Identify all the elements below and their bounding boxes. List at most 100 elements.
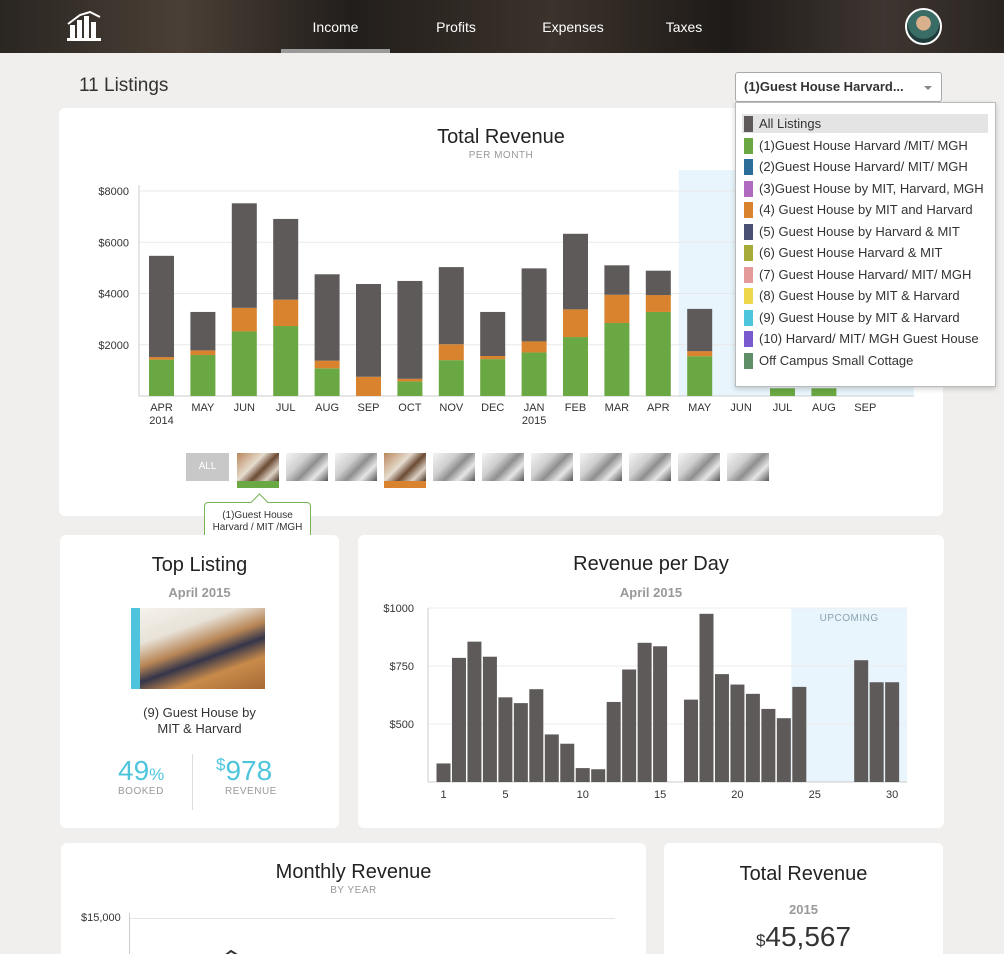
gridline <box>129 918 615 919</box>
card-title: Monthly Revenue <box>275 861 432 883</box>
listing-option[interactable]: (1)Guest House Harvard /MIT/ MGH <box>742 136 988 155</box>
monthly-revenue-card: Monthly Revenue BY YEAR $15,000 <box>61 843 646 954</box>
y-tick-label: $15,000 <box>81 912 121 924</box>
listing-option[interactable]: (6) Guest House Harvard & MIT <box>742 243 988 262</box>
listing-option[interactable]: Off Campus Small Cottage <box>742 351 988 370</box>
listing-select-value: (1)Guest House Harvard... <box>744 79 904 94</box>
trend-line-fragment <box>225 949 238 954</box>
listing-option[interactable]: All Listings <box>742 114 988 133</box>
x-tick-label: 5 <box>502 789 508 801</box>
listing-thumbnail[interactable] <box>531 453 573 481</box>
listing-option[interactable]: (7) Guest House Harvard/ MIT/ MGH <box>742 265 988 284</box>
revenue-value: 978 <box>225 755 273 786</box>
x-tick-label: JUN <box>234 402 255 414</box>
tab-profits[interactable]: Profits <box>410 0 502 53</box>
card-year: 2015 <box>789 902 818 917</box>
listing-thumbnail[interactable] <box>384 453 426 488</box>
daily-revenue-bar <box>730 684 745 782</box>
listing-option-label: (9) Guest House by MIT & Harvard <box>759 309 960 325</box>
daily-revenue-bar <box>699 613 714 782</box>
listing-thumbnail[interactable] <box>286 453 328 481</box>
daily-revenue-bar <box>544 734 559 782</box>
booked-unit: % <box>149 765 165 784</box>
x-tick-year: 2014 <box>149 415 173 427</box>
listing-option[interactable]: (5) Guest House by Harvard & MIT <box>742 222 988 241</box>
daily-revenue-bar <box>606 701 621 782</box>
card-title: Total Revenue <box>739 863 868 885</box>
listing-photo[interactable] <box>131 608 265 689</box>
daily-revenue-bar <box>653 646 668 782</box>
listing-color-swatch <box>744 137 753 154</box>
listing-option[interactable]: (2)Guest House Harvard/ MIT/ MGH <box>742 157 988 176</box>
x-tick-label: OCT <box>398 402 422 414</box>
listing-option-label: (4) Guest House by MIT and Harvard <box>759 202 973 217</box>
daily-revenue-bar <box>513 703 528 782</box>
revenue-bar <box>480 311 506 357</box>
listing-option-label: (1)Guest House Harvard /MIT/ MGH <box>759 137 968 153</box>
tab-income[interactable]: Income <box>281 0 390 53</box>
x-tick-label: AUG <box>812 402 836 414</box>
revenue-bar <box>231 331 257 396</box>
booked-stat: 49% <box>118 755 164 787</box>
card-title: Top Listing <box>151 554 248 576</box>
listing-color-swatch <box>744 159 753 175</box>
y-tick-label: $750 <box>390 661 414 673</box>
x-tick-label: NOV <box>439 402 464 414</box>
listing-option[interactable]: (4) Guest House by MIT and Harvard <box>742 200 988 219</box>
listing-thumbnail[interactable] <box>580 453 622 481</box>
listing-option[interactable]: (9) Guest House by MIT & Harvard <box>742 308 988 327</box>
x-tick-label: 30 <box>886 789 898 801</box>
x-tick-label: DEC <box>481 402 504 414</box>
upcoming-label: UPCOMING <box>820 613 879 624</box>
listing-thumbnail[interactable] <box>678 453 720 481</box>
listing-color-swatch <box>744 266 753 283</box>
listing-thumbnail[interactable] <box>629 453 671 481</box>
card-subtitle: BY YEAR <box>330 885 377 896</box>
x-tick-label: AUG <box>315 402 339 414</box>
revenue-bar <box>397 378 423 382</box>
user-avatar[interactable] <box>905 8 942 45</box>
revenue-bar <box>273 326 299 396</box>
revenue-bar <box>604 322 630 396</box>
listing-color-swatch <box>744 309 753 326</box>
listing-option-label: (5) Guest House by Harvard & MIT <box>759 223 960 239</box>
listing-option[interactable]: (8) Guest House by MIT & Harvard <box>742 286 988 305</box>
revenue-bar <box>273 299 299 327</box>
revenue-bar <box>190 355 216 396</box>
x-tick-label: 10 <box>577 789 589 801</box>
listing-option[interactable]: (3)Guest House by MIT, Harvard, MGH <box>742 179 988 198</box>
revenue-bar <box>480 359 506 396</box>
revenue-bar <box>604 265 630 295</box>
listing-thumbnail[interactable] <box>433 453 475 481</box>
y-tick-label: $1000 <box>383 603 414 615</box>
bar-chart-logo-icon[interactable] <box>66 11 102 41</box>
booked-value: 49 <box>118 755 150 786</box>
listing-option-label: (6) Guest House Harvard & MIT <box>759 245 943 260</box>
daily-revenue-bar <box>745 693 760 782</box>
listing-color-swatch <box>744 245 753 261</box>
thumb-all-button[interactable]: ALL <box>186 453 229 481</box>
revenue-bar <box>314 360 340 369</box>
revenue-bar <box>356 284 381 377</box>
daily-revenue-bar <box>776 718 791 782</box>
listing-thumbnail[interactable] <box>237 453 279 488</box>
listing-thumbnail[interactable] <box>335 453 377 481</box>
revenue-per-day-card: Revenue per Day April 2015 UPCOMING $500 $… <box>358 535 944 828</box>
listing-option[interactable]: (10) Harvard/ MIT/ MGH Guest House <box>742 329 988 348</box>
listing-name-line: MIT & Harvard <box>157 721 242 736</box>
daily-revenue-bar <box>637 642 652 782</box>
listing-thumbnail[interactable] <box>482 453 524 481</box>
stat-divider <box>192 754 193 810</box>
daily-revenue-bar <box>575 768 590 782</box>
revenue-bar <box>521 268 547 342</box>
listing-select[interactable]: (1)Guest House Harvard... <box>735 72 942 102</box>
tab-taxes[interactable]: Taxes <box>638 0 730 53</box>
listing-color-swatch <box>744 288 753 304</box>
x-tick-label: APR <box>647 402 670 414</box>
revenue-bar <box>811 388 837 396</box>
x-tick-label: FEB <box>565 402 586 414</box>
tab-expenses[interactable]: Expenses <box>527 0 619 53</box>
x-tick-label: 25 <box>809 789 821 801</box>
x-tick-label: 1 <box>440 789 446 801</box>
listing-thumbnail[interactable] <box>727 453 769 481</box>
